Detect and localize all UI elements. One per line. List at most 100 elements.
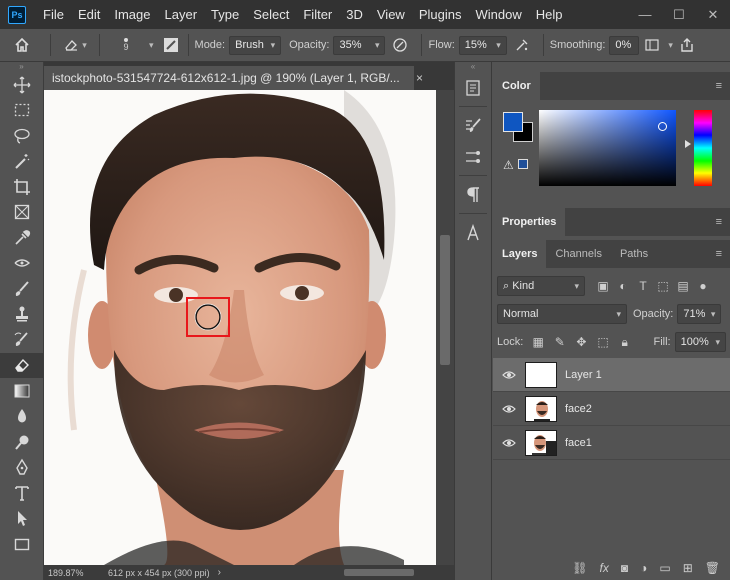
menu-edit[interactable]: Edit [71,0,107,29]
layer-name[interactable]: face1 [565,437,592,449]
layer-opacity-input[interactable]: 71% ▾ [677,304,722,324]
menu-select[interactable]: Select [246,0,296,29]
brush-tool-icon[interactable] [0,276,44,302]
visibility-eye-icon[interactable] [493,404,525,414]
adjustment-layer-icon[interactable]: ◑ [640,561,647,575]
healing-brush-tool-icon[interactable] [0,251,44,277]
filter-pixel-icon[interactable]: ▣ [593,279,613,293]
tab-channels[interactable]: Channels [546,240,610,268]
flow-input[interactable]: 15% ▾ [458,35,507,55]
document-tab[interactable]: istockphoto-531547724-612x612-1.jpg @ 19… [44,66,414,90]
pressure-opacity-icon[interactable] [385,37,415,53]
tab-color[interactable]: Color [493,72,540,100]
scrollbar-thumb[interactable] [440,235,450,365]
layer-row-face2[interactable]: face2 [493,392,730,426]
magic-wand-tool-icon[interactable] [0,149,44,175]
menu-help[interactable]: Help [529,0,570,29]
brush-settings-panel-icon[interactable] [455,110,491,141]
vertical-scrollbar[interactable] [436,90,454,565]
share-icon[interactable] [673,37,701,53]
panel-menu-icon[interactable]: ≡ [716,216,722,228]
menu-plugins[interactable]: Plugins [412,0,469,29]
layer-name[interactable]: face2 [565,403,592,415]
menu-window[interactable]: Window [468,0,528,29]
smoothing-input[interactable]: 0% [609,35,640,55]
marquee-tool-icon[interactable] [0,98,44,124]
filter-shape-icon[interactable]: ⬚ [653,279,673,293]
chevron-down-icon[interactable]: ▾ [149,40,154,51]
layer-style-icon[interactable]: fx [600,561,609,575]
filter-adjustment-icon[interactable]: ◐ [613,279,633,293]
tab-paths[interactable]: Paths [611,240,657,268]
lock-artboard-icon[interactable]: ⬚ [592,335,614,349]
panel-menu-icon[interactable]: ≡ [716,80,722,92]
zoom-level[interactable]: 189.87% [44,568,100,578]
close-button[interactable]: ✕ [696,0,730,29]
websafe-color-swatch[interactable] [518,159,528,169]
airbrush-icon[interactable] [507,37,537,53]
lock-all-icon[interactable]: 🔒︎ [614,335,636,350]
menu-filter[interactable]: Filter [296,0,339,29]
character-panel-icon[interactable] [455,217,491,248]
layer-name[interactable]: Layer 1 [565,369,602,381]
opacity-input[interactable]: 35% ▾ [333,35,386,55]
add-mask-icon[interactable]: ◙ [621,561,628,575]
horizontal-scrollbar-thumb[interactable] [344,569,414,576]
menu-image[interactable]: Image [107,0,157,29]
dodge-tool-icon[interactable] [0,429,44,455]
menu-type[interactable]: Type [204,0,246,29]
color-picker-cursor[interactable] [658,122,667,131]
eraser-tool-icon[interactable] [0,352,44,378]
document-info[interactable]: 612 px x 454 px (300 ppi) [100,568,210,578]
crop-tool-icon[interactable] [0,174,44,200]
brush-size-picker[interactable]: 9 [106,38,146,52]
rectangle-tool-icon[interactable] [0,531,44,557]
home-icon[interactable] [0,37,44,53]
lock-image-icon[interactable]: ✎ [549,335,571,349]
lock-position-icon[interactable]: ✥ [571,335,593,349]
minimize-button[interactable]: — [628,0,662,29]
close-tab-icon[interactable]: × [416,71,423,85]
frame-tool-icon[interactable] [0,200,44,226]
tab-layers[interactable]: Layers [493,240,547,268]
new-group-icon[interactable]: ▭ [659,561,670,575]
saturation-brightness-field[interactable] [539,110,676,186]
visibility-eye-icon[interactable] [493,370,525,380]
new-layer-icon[interactable]: ⊞ [683,561,693,575]
lasso-tool-icon[interactable] [0,123,44,149]
blend-mode-select[interactable]: Normal ▾ [497,304,627,324]
brush-settings-icon[interactable] [160,37,182,53]
history-brush-tool-icon[interactable] [0,327,44,353]
type-tool-icon[interactable] [0,480,44,506]
portrait-photo[interactable] [44,90,436,565]
menu-3d[interactable]: 3D [339,0,370,29]
layer-filter-select[interactable]: ⌕ Kind ▾ [497,276,585,296]
gradient-tool-icon[interactable] [0,378,44,404]
filter-smart-object-icon[interactable]: ▤ [673,279,693,293]
hue-slider-arrow-icon[interactable] [685,140,691,148]
lock-transparency-icon[interactable]: ▦ [527,335,549,349]
mode-select[interactable]: Brush ▾ [229,35,282,55]
menu-layer[interactable]: Layer [158,0,205,29]
filter-toggle-icon[interactable]: ● [693,279,713,293]
path-selection-tool-icon[interactable] [0,506,44,532]
eyedropper-tool-icon[interactable] [0,225,44,251]
filter-type-icon[interactable]: T [633,279,653,293]
layer-row-face1[interactable]: face1 [493,426,730,460]
panel-menu-icon[interactable]: ≡ [716,248,722,260]
history-panel-icon[interactable] [455,72,491,103]
foreground-color-swatch[interactable] [503,112,523,132]
paragraph-panel-icon[interactable] [455,179,491,210]
clone-stamp-tool-icon[interactable] [0,302,44,328]
hue-slider[interactable] [694,110,712,186]
smoothing-options-icon[interactable] [639,38,665,52]
eraser-tool-preset-icon[interactable]: ▾ [57,38,93,52]
warning-icon[interactable]: ⚠ [503,158,514,172]
link-layers-icon[interactable]: ⛓ [572,561,587,575]
menu-view[interactable]: View [370,0,412,29]
visibility-eye-icon[interactable] [493,438,525,448]
canvas-area[interactable] [44,90,454,565]
blur-tool-icon[interactable] [0,404,44,430]
collapse-arrows-icon[interactable]: « [455,62,491,72]
menu-file[interactable]: File [36,0,71,29]
